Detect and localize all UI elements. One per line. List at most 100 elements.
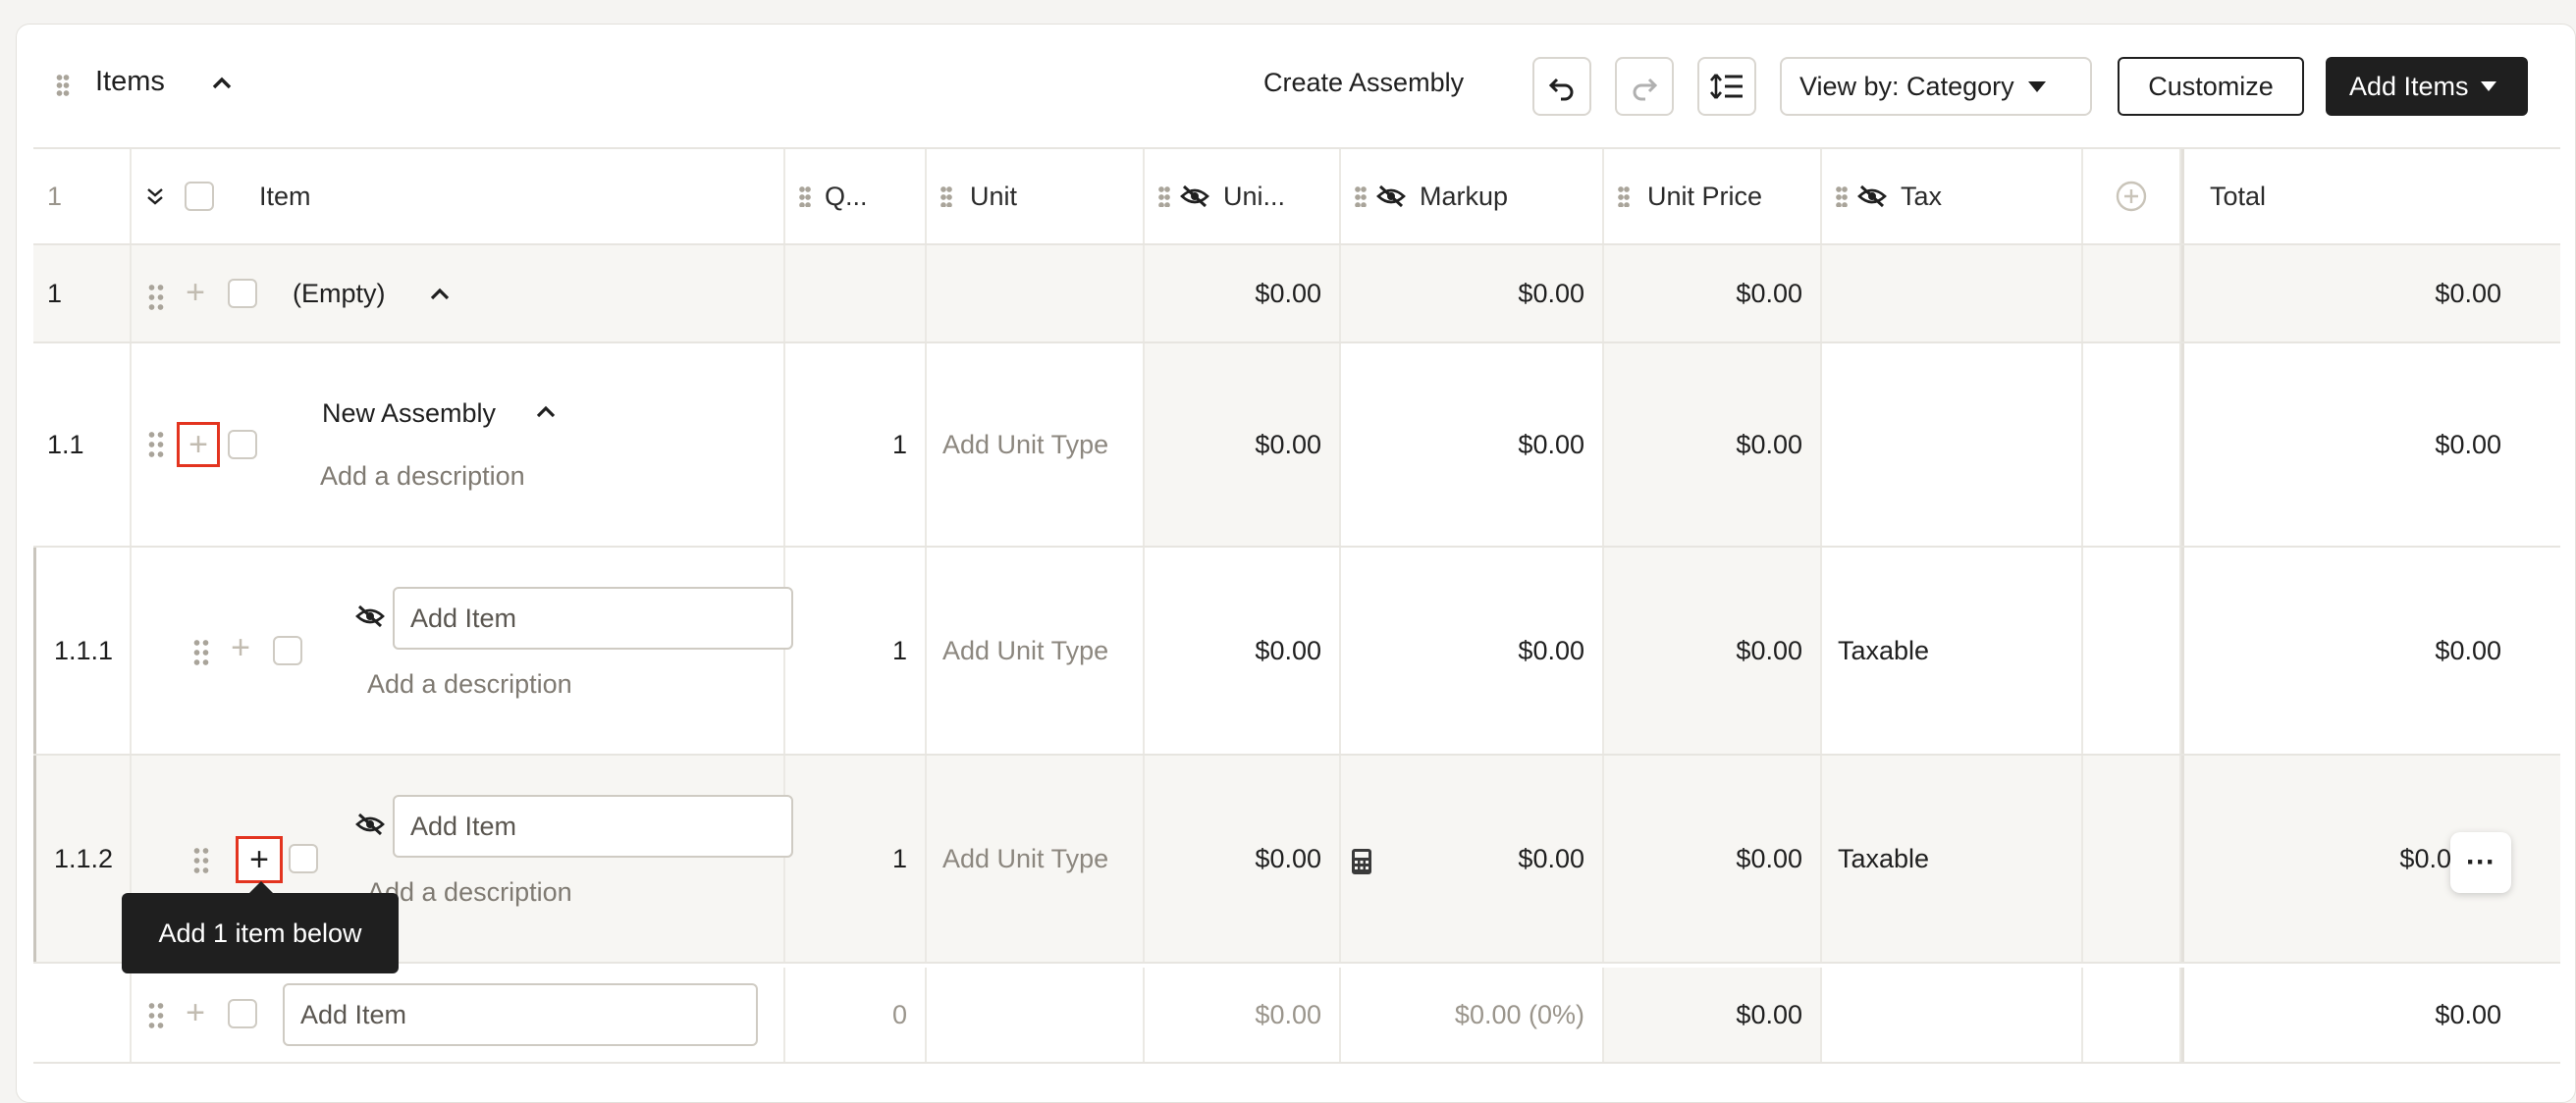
hidden-eye-icon[interactable] bbox=[355, 604, 385, 628]
calculator-icon[interactable] bbox=[1351, 848, 1372, 875]
group-name[interactable]: (Empty) bbox=[293, 279, 386, 309]
row-index: 1.1 bbox=[33, 343, 132, 546]
row-index: 1 bbox=[33, 245, 132, 341]
customize-button[interactable]: Customize bbox=[2118, 57, 2304, 116]
row-checkbox[interactable] bbox=[228, 430, 257, 459]
column-drag-handle-icon[interactable] bbox=[1355, 185, 1367, 207]
table-row[interactable]: 1.1 + New Assembly Add a description 1 A… bbox=[33, 343, 2560, 548]
tax-column-label: Tax bbox=[1901, 181, 1943, 211]
column-drag-handle-icon[interactable] bbox=[1836, 185, 1848, 207]
description-field[interactable]: Add a description bbox=[367, 669, 572, 700]
unit-cost-cell[interactable]: $0.00 bbox=[1145, 968, 1341, 1062]
unit-type-field[interactable]: Add Unit Type bbox=[927, 343, 1145, 546]
row-checkbox[interactable] bbox=[228, 279, 257, 308]
row-checkbox[interactable] bbox=[289, 844, 318, 873]
row-index: 1.1.1 bbox=[33, 548, 132, 754]
column-header-qty[interactable]: Q... bbox=[785, 149, 927, 243]
new-item-input[interactable]: Add Item bbox=[283, 983, 758, 1046]
table-row[interactable]: + Add Item 0 $0.00 $0.00 (0%) $0.00 $0.0… bbox=[33, 968, 2560, 1064]
row-more-options-button[interactable]: ··· bbox=[2450, 832, 2511, 893]
qty-cell[interactable]: 1 bbox=[785, 343, 927, 546]
add-item-below-icon[interactable]: + bbox=[181, 276, 210, 309]
markup-cell[interactable]: $0.00 bbox=[1341, 548, 1604, 754]
row-index bbox=[33, 968, 132, 1062]
hidden-eye-icon[interactable] bbox=[355, 813, 385, 836]
section-title: Items bbox=[95, 66, 165, 97]
undo-button[interactable] bbox=[1532, 57, 1591, 116]
row-height-button[interactable] bbox=[1697, 57, 1756, 116]
column-header-unit-price[interactable]: Unit Price bbox=[1604, 149, 1822, 243]
unit-type-field[interactable]: Add Unit Type bbox=[927, 548, 1145, 754]
total-column-label: Total bbox=[2210, 181, 2267, 211]
row-index: 1.1.2 bbox=[33, 756, 132, 962]
item-name-input[interactable]: Add Item bbox=[393, 795, 793, 858]
column-header-item[interactable]: Item bbox=[132, 149, 785, 243]
hidden-eye-icon[interactable] bbox=[1180, 184, 1209, 208]
tax-cell bbox=[1822, 245, 2083, 341]
expand-all-icon[interactable] bbox=[145, 185, 165, 207]
unit-cell[interactable] bbox=[927, 968, 1145, 1062]
column-header-tax[interactable]: Tax bbox=[1822, 149, 2083, 243]
markup-cell[interactable]: $0.00 bbox=[1341, 343, 1604, 546]
markup-cell[interactable]: $0.00 bbox=[1341, 756, 1604, 962]
total-cell: $0.00 bbox=[2181, 548, 2560, 754]
tax-cell bbox=[1822, 343, 2083, 546]
hidden-eye-icon[interactable] bbox=[1376, 184, 1406, 208]
unit-type-field[interactable]: Add Unit Type bbox=[927, 756, 1145, 962]
tax-cell bbox=[1822, 968, 2083, 1062]
add-item-below-icon[interactable]: + bbox=[181, 996, 210, 1029]
tax-cell[interactable]: Taxable bbox=[1822, 756, 2083, 962]
add-item-below-icon[interactable]: + bbox=[236, 836, 283, 883]
column-header-unit[interactable]: Unit bbox=[927, 149, 1145, 243]
add-item-tooltip: Add 1 item below bbox=[122, 881, 399, 973]
row-checkbox[interactable] bbox=[273, 636, 302, 665]
table-row[interactable]: 1.1.1 + Add Item Add a description 1 Add… bbox=[33, 548, 2560, 756]
row-drag-handle-icon[interactable] bbox=[147, 1001, 165, 1030]
column-drag-handle-icon[interactable] bbox=[799, 185, 811, 207]
unit-cost-cell[interactable]: $0.00 bbox=[1145, 343, 1341, 546]
qty-cell[interactable]: 1 bbox=[785, 548, 927, 754]
column-header-unit-cost[interactable]: Uni... bbox=[1145, 149, 1341, 243]
column-drag-handle-icon[interactable] bbox=[940, 185, 952, 207]
description-field[interactable]: Add a description bbox=[320, 461, 525, 492]
unit-cost-cell[interactable]: $0.00 bbox=[1145, 756, 1341, 962]
row-drag-handle-icon[interactable] bbox=[147, 283, 165, 312]
row-drag-handle-icon[interactable] bbox=[192, 638, 210, 667]
column-drag-handle-icon[interactable] bbox=[1158, 185, 1170, 207]
item-cell: + (Empty) bbox=[132, 245, 785, 341]
row-checkbox[interactable] bbox=[228, 999, 257, 1028]
column-header-markup[interactable]: Markup bbox=[1341, 149, 1604, 243]
markup-cell[interactable]: $0.00 (0%) bbox=[1341, 968, 1604, 1062]
unit-cost-cell: $0.00 bbox=[1145, 245, 1341, 341]
collapse-caret-icon[interactable] bbox=[534, 400, 558, 424]
hidden-eye-icon[interactable] bbox=[1857, 184, 1887, 208]
add-column-icon[interactable] bbox=[2116, 181, 2147, 212]
row-drag-handle-icon[interactable] bbox=[192, 846, 210, 875]
unit-cost-cell[interactable]: $0.00 bbox=[1145, 548, 1341, 754]
add-column-cell bbox=[2083, 149, 2181, 243]
add-item-below-icon[interactable]: + bbox=[226, 631, 255, 664]
qty-cell[interactable]: 1 bbox=[785, 756, 927, 962]
table-row[interactable]: 1.1.2 + Add Item Add a description 1 Add… bbox=[33, 756, 2560, 964]
select-all-checkbox[interactable] bbox=[185, 182, 214, 211]
collapse-caret-icon[interactable] bbox=[428, 283, 452, 306]
table-row[interactable]: 1 + (Empty) $0.00 $0.00 $0.00 $0.00 bbox=[33, 245, 2560, 343]
total-cell: $0.00 bbox=[2181, 245, 2560, 341]
section-drag-handle-icon[interactable] bbox=[56, 74, 70, 97]
collapse-caret-icon[interactable] bbox=[209, 71, 235, 96]
view-by-dropdown[interactable]: View by: Category bbox=[1780, 57, 2092, 116]
markup-cell: $0.00 bbox=[1341, 245, 1604, 341]
spacer-cell bbox=[2083, 548, 2181, 754]
item-name-input[interactable]: Add Item bbox=[393, 587, 793, 650]
row-drag-handle-icon[interactable] bbox=[147, 430, 165, 459]
qty-cell[interactable]: 0 bbox=[785, 968, 927, 1062]
column-drag-handle-icon[interactable] bbox=[1618, 185, 1630, 207]
markup-column-label: Markup bbox=[1420, 181, 1509, 211]
add-items-button[interactable]: Add Items bbox=[2326, 57, 2528, 116]
create-assembly-button[interactable]: Create Assembly bbox=[1263, 68, 1464, 98]
redo-button[interactable] bbox=[1615, 57, 1674, 116]
add-item-below-icon[interactable]: + bbox=[177, 422, 220, 467]
items-header: Items Create Assembly View by: Category bbox=[17, 25, 2575, 147]
assembly-name[interactable]: New Assembly bbox=[322, 398, 496, 429]
tax-cell[interactable]: Taxable bbox=[1822, 548, 2083, 754]
